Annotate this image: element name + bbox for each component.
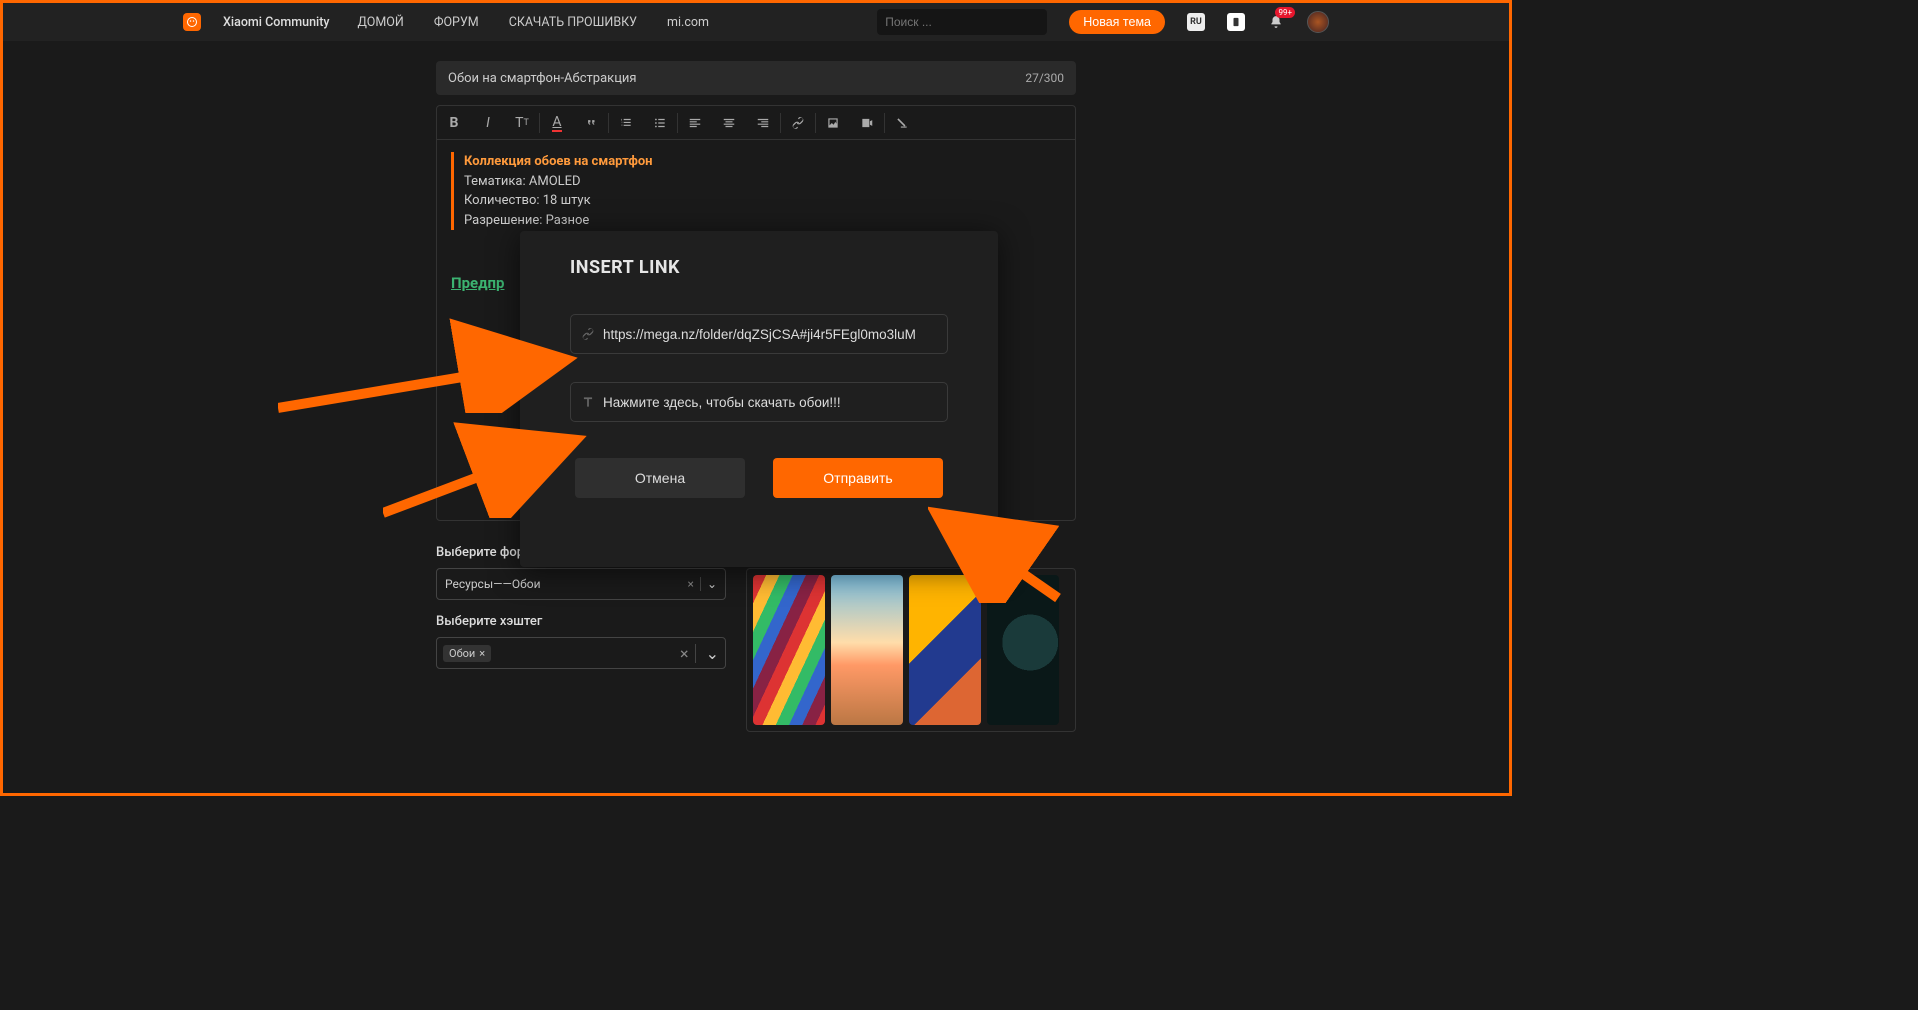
top-navigation: Xiaomi Community ДОМОЙ ФОРУМ СКАЧАТЬ ПРО… [3, 3, 1509, 41]
hashtag-label: Выберите хэштег [436, 614, 726, 629]
nav-item-forum[interactable]: ФОРУМ [434, 15, 479, 30]
forum-select[interactable]: Ресурсы——Обои × ⌄ [436, 568, 726, 600]
cover-thumbnail[interactable] [909, 575, 981, 725]
hashtag-chip[interactable]: Обои × [443, 645, 491, 662]
cover-thumbnail[interactable] [987, 575, 1059, 725]
link-icon [581, 327, 595, 341]
cancel-button[interactable]: Отмена [575, 458, 745, 498]
nav-item-home[interactable]: ДОМОЙ [358, 15, 404, 30]
notifications-button[interactable]: 99+ [1267, 13, 1285, 31]
quote-line: Тематика: AMOLED [464, 172, 1061, 192]
align-left-button[interactable] [678, 106, 712, 140]
align-center-button[interactable] [712, 106, 746, 140]
chevron-down-icon: ⌄ [701, 577, 717, 591]
link-url-input[interactable] [603, 327, 937, 342]
unordered-list-button[interactable] [643, 106, 677, 140]
font-size-button[interactable]: TT [505, 106, 539, 140]
link-url-field[interactable] [570, 314, 948, 354]
cover-thumbnail[interactable] [753, 575, 825, 725]
text-icon [581, 395, 595, 409]
user-avatar[interactable] [1307, 11, 1329, 33]
search-input[interactable] [885, 15, 1040, 29]
quote-line: Разрешение: Разное [464, 211, 1061, 231]
image-button[interactable] [816, 106, 850, 140]
cover-thumbnails [746, 568, 1076, 732]
text-color-button[interactable]: A [540, 106, 574, 140]
modal-title: INSERT LINK [570, 257, 948, 278]
forum-select-value: Ресурсы——Обои [445, 577, 541, 591]
submit-button[interactable]: Отправить [773, 458, 943, 498]
brand-name[interactable]: Xiaomi Community [223, 15, 330, 30]
nav-menu: ДОМОЙ ФОРУМ СКАЧАТЬ ПРОШИВКУ mi.com [358, 15, 709, 30]
clear-icon[interactable]: × [674, 644, 696, 663]
post-title-value: Обои на смартфон-Абстракция [448, 71, 1025, 86]
cover-thumbnail[interactable] [831, 575, 903, 725]
preview-link-text: Предпр [451, 274, 504, 292]
bold-button[interactable]: B [437, 106, 471, 140]
clear-format-button[interactable] [885, 106, 919, 140]
language-badge[interactable]: RU [1187, 13, 1205, 31]
search-box[interactable] [877, 9, 1047, 35]
quote-block: Коллекция обоев на смартфон Тематика: AM… [451, 152, 1061, 230]
ordered-list-button[interactable] [609, 106, 643, 140]
new-thread-button[interactable]: Новая тема [1069, 10, 1165, 34]
quote-button[interactable] [574, 106, 608, 140]
video-button[interactable] [850, 106, 884, 140]
nav-item-micom[interactable]: mi.com [667, 15, 709, 30]
post-title-input[interactable]: Обои на смартфон-Абстракция 27/300 [436, 61, 1076, 95]
notification-count: 99+ [1275, 7, 1295, 18]
italic-button[interactable]: I [471, 106, 505, 140]
nav-item-firmware[interactable]: СКАЧАТЬ ПРОШИВКУ [509, 15, 637, 30]
editor-toolbar: B I TT A [437, 106, 1075, 140]
quote-line: Количество: 18 штук [464, 191, 1061, 211]
char-counter: 27/300 [1025, 71, 1064, 85]
chevron-down-icon: ⌄ [700, 644, 719, 663]
insert-link-modal: INSERT LINK Отмена Отправить [520, 231, 998, 567]
align-right-button[interactable] [746, 106, 780, 140]
link-text-input[interactable] [603, 395, 937, 410]
remove-chip-icon[interactable]: × [479, 647, 485, 660]
phone-icon[interactable] [1227, 13, 1245, 31]
link-text-field[interactable] [570, 382, 948, 422]
quote-title: Коллекция обоев на смартфон [464, 152, 1061, 172]
logo-icon [183, 13, 201, 31]
clear-icon[interactable]: × [682, 577, 701, 591]
hashtag-select[interactable]: Обои × × ⌄ [436, 637, 726, 669]
link-button[interactable] [781, 106, 815, 140]
